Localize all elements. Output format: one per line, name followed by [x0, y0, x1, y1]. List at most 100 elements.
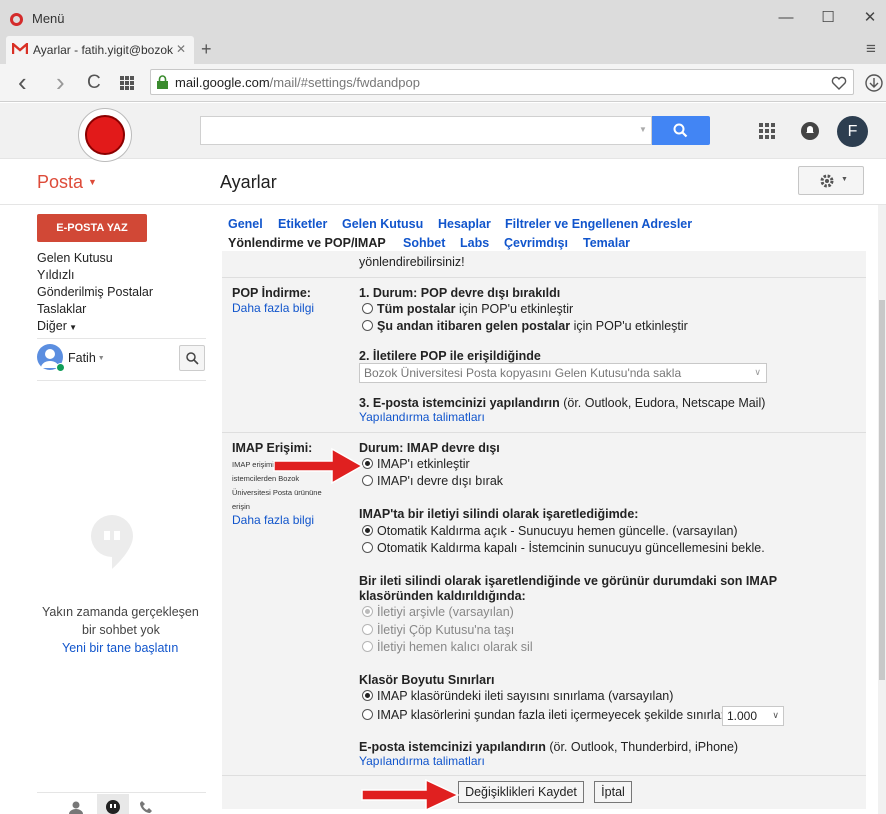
auto-expunge-on-option[interactable]: Otomatik Kaldırma açık - Sunucuyu hemen …	[362, 524, 738, 538]
back-icon[interactable]: ‹	[18, 67, 27, 98]
imap-configure-heading: E-posta istemcinizi yapılandırın (ör. Ou…	[359, 740, 738, 754]
download-icon[interactable]	[865, 74, 883, 92]
tab-menu-icon[interactable]: ≡	[866, 39, 876, 59]
url-field[interactable]: mail.google.com/mail/#settings/fwdandpop	[150, 69, 854, 95]
imap-disable-option[interactable]: IMAP'ı devre dışı bırak	[362, 474, 503, 488]
tab-close-icon[interactable]: ✕	[176, 42, 186, 56]
tab-chat[interactable]: Sohbet	[403, 236, 445, 250]
imap-expunge-heading-2: klasöründen kaldırıldığında:	[359, 589, 526, 603]
forward-icon[interactable]: ›	[56, 67, 65, 98]
tab-labs[interactable]: Labs	[460, 236, 489, 250]
compose-button[interactable]: E-POSTA YAZ	[37, 214, 147, 242]
browser-tab[interactable]: Ayarlar - fatih.yigit@bozok ✕	[6, 36, 194, 64]
imap-config-instructions-link[interactable]: Yapılandırma talimatları	[359, 754, 485, 768]
tab-offline[interactable]: Çevrimdışı	[504, 236, 568, 250]
tab-filters[interactable]: Filtreler ve Engellenen Adresler	[505, 217, 692, 231]
pop-config-instructions-link[interactable]: Yapılandırma talimatları	[359, 410, 485, 424]
address-bar-row: ‹ › C mail.google.com/mail/#settings/fwd…	[0, 64, 886, 102]
expunge-off-label: Otomatik Kaldırma kapalı - İstemcinin su…	[377, 541, 765, 555]
imap-configure-text: (ör. Outlook, Thunderbird, iPhone)	[545, 740, 739, 754]
tab-general[interactable]: Genel	[228, 217, 263, 231]
imap-delete-heading: IMAP'ta bir iletiyi silindi olarak işare…	[359, 507, 639, 521]
close-window-icon[interactable]: ✕	[860, 9, 880, 27]
trash-option[interactable]: İletiyi Çöp Kutusu'na taşı	[362, 623, 514, 637]
pop-configure-heading: 3. E-posta istemcinizi yapılandırın (ör.…	[359, 396, 765, 410]
radio-expunge-on[interactable]	[362, 525, 373, 536]
pop-status-heading: 1. Durum: POP devre dışı bırakıldı	[359, 286, 561, 300]
chat-user-name: Fatih	[68, 351, 96, 365]
search-options-icon[interactable]: ▼	[639, 125, 647, 134]
chat-search-button[interactable]	[179, 345, 205, 371]
pop-option-new[interactable]: Şu andan itibaren gelen postalar için PO…	[362, 319, 688, 333]
sidebar-item-sent[interactable]: Gönderilmiş Postalar	[37, 285, 153, 299]
account-avatar[interactable]: F	[837, 116, 868, 147]
radio-pop-all[interactable]	[362, 303, 373, 314]
tab-accounts[interactable]: Hesaplar	[438, 217, 491, 231]
radio-delete-forever[interactable]	[362, 641, 373, 652]
mail-brand-dropdown[interactable]: Posta ▼	[37, 172, 97, 193]
speed-dial-icon[interactable]	[119, 75, 135, 91]
tab-labels[interactable]: Etiketler	[278, 217, 327, 231]
radio-limit[interactable]	[362, 709, 373, 720]
delete-forever-option[interactable]: İletiyi hemen kalıcı olarak sil	[362, 640, 533, 654]
pop-option-all[interactable]: Tüm postalar için POP'u etkinleştir	[362, 302, 573, 316]
opera-logo-icon[interactable]	[10, 13, 23, 26]
hangouts-tab[interactable]	[97, 794, 129, 814]
auto-expunge-off-option[interactable]: Otomatik Kaldırma kapalı - İstemcinin su…	[362, 541, 765, 555]
chat-user-menu[interactable]: Fatih ▼	[68, 351, 105, 365]
url-host: mail.google.com	[175, 75, 270, 90]
imap-enable-option[interactable]: IMAP'ı etkinleştir	[362, 457, 470, 471]
search-button[interactable]	[652, 116, 710, 145]
pop-section-label: POP İndirme:	[232, 286, 311, 300]
tab-title: Ayarlar - fatih.yigit@bozok	[33, 43, 173, 57]
cancel-button[interactable]: İptal	[594, 781, 632, 803]
save-changes-button[interactable]: Değişiklikleri Kaydet	[458, 781, 584, 803]
contacts-tab-icon[interactable]	[68, 800, 84, 814]
pop-learn-more-link[interactable]: Daha fazla bilgi	[232, 301, 314, 315]
sidebar-item-more[interactable]: Diğer ▼	[37, 319, 77, 333]
user-avatar[interactable]	[37, 344, 65, 372]
previous-section-tail: yönlendirebilirsiniz!	[359, 255, 465, 269]
radio-expunge-off[interactable]	[362, 542, 373, 553]
radio-archive[interactable]	[362, 606, 373, 617]
archive-option[interactable]: İletiyi arşivle (varsayılan)	[362, 605, 514, 619]
pop-action-select[interactable]: Bozok Üniversitesi Posta kopyasını Gelen…	[359, 363, 767, 383]
heart-icon[interactable]	[831, 76, 847, 90]
minimize-icon[interactable]: —	[776, 9, 796, 27]
hangouts-tab-icon	[106, 800, 120, 814]
radio-no-limit[interactable]	[362, 690, 373, 701]
folder-limit-value: 1.000	[727, 709, 758, 723]
phone-tab-icon[interactable]	[139, 800, 155, 814]
university-logo[interactable]	[78, 108, 132, 162]
radio-pop-new[interactable]	[362, 320, 373, 331]
url-path: /mail/#settings/fwdandpop	[269, 75, 420, 90]
limit-option[interactable]: IMAP klasörlerini şundan fazla ileti içe…	[362, 708, 724, 722]
sidebar-item-inbox[interactable]: Gelen Kutusu	[37, 251, 113, 265]
notifications-icon[interactable]	[800, 121, 820, 141]
imap-status-heading: Durum: IMAP devre dışı	[359, 441, 500, 455]
imap-learn-more-link[interactable]: Daha fazla bilgi	[232, 513, 314, 527]
start-chat-link[interactable]: Yeni bir tane başlatın	[62, 641, 178, 655]
maximize-icon[interactable]: ☐	[818, 9, 838, 27]
tab-themes[interactable]: Temalar	[583, 236, 630, 250]
tab-strip: Ayarlar - fatih.yigit@bozok ✕ + ≡	[0, 36, 886, 64]
reload-icon[interactable]: C	[87, 72, 101, 94]
search-input[interactable]: ▼	[200, 116, 652, 145]
tab-inbox[interactable]: Gelen Kutusu	[342, 217, 423, 231]
folder-limit-select[interactable]: 1.000 ∨	[722, 706, 784, 726]
gmail-favicon-icon	[12, 43, 28, 54]
new-tab-icon[interactable]: +	[201, 39, 212, 60]
tab-forwarding-active[interactable]: Yönlendirme ve POP/IMAP	[228, 236, 386, 250]
sidebar-item-starred[interactable]: Yıldızlı	[37, 268, 75, 282]
no-limit-option[interactable]: IMAP klasöründeki ileti sayısını sınırla…	[362, 689, 673, 703]
divider	[222, 277, 866, 278]
imap-enable-label: IMAP'ı etkinleştir	[377, 457, 470, 471]
settings-panel: yönlendirebilirsiniz! POP İndirme: Daha …	[222, 251, 866, 809]
menu-label[interactable]: Menü	[32, 11, 65, 26]
apps-grid-icon[interactable]	[759, 123, 775, 139]
settings-gear-button[interactable]: ▼	[798, 166, 864, 195]
radio-trash[interactable]	[362, 624, 373, 635]
divider	[37, 792, 206, 793]
sidebar-item-drafts[interactable]: Taslaklar	[37, 302, 86, 316]
scrollbar-thumb[interactable]	[879, 300, 885, 680]
